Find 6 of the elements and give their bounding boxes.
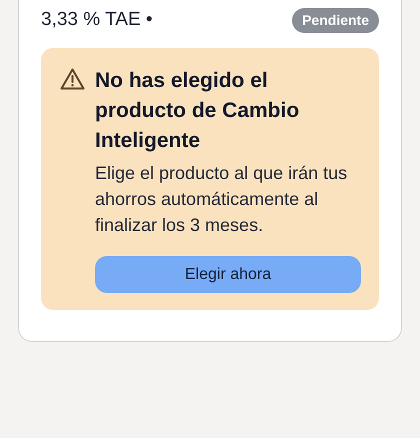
status-badge: Pendiente [292,8,379,32]
interest-rate: 3,33 % TAE • [41,8,153,32]
warning-icon [60,68,85,90]
alert-message: Elige el producto al que irán tus ahorros automáticamente al finalizar los 3 meses. [95,162,348,237]
alert-title: No has elegido el producto de Cambio Inteligente [95,68,300,154]
choose-now-button[interactable]: Elegir ahora [95,256,361,293]
